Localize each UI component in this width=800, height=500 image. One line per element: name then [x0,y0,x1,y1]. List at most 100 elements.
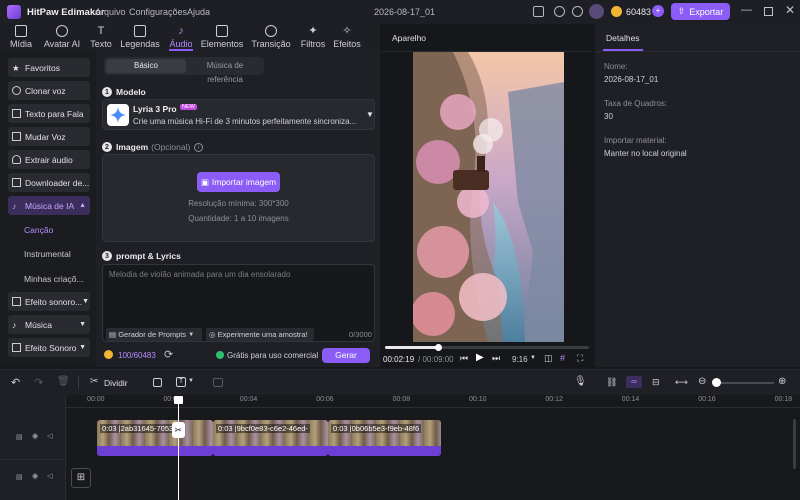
tab-texto[interactable]: T Texto [86,24,116,51]
add-credits-icon[interactable]: + [652,5,664,17]
aspect-ratio[interactable]: 9:16 [512,355,528,364]
tab-elementos[interactable]: Elementos [200,24,244,51]
next-frame-icon[interactable]: ⏭ [492,353,500,364]
dropdown-icon[interactable]: ▼ [366,110,374,119]
feature-tabs: Mídia Avatar AI T Texto Legendas ♪ Áudio E… [0,24,380,51]
mode-tab-basico[interactable]: Básico [106,59,186,73]
undo-icon[interactable]: ↶ [11,376,20,389]
sidebar-item-favoritos[interactable]: ★ Favoritos [8,58,90,77]
image-section-title: 2 Imagem (Opcional) i [102,142,204,152]
tab-legendas[interactable]: Legendas [118,24,162,51]
title-bar: HitPaw Edimakor Arquivo Configurações Aj… [0,0,800,24]
generate-button[interactable]: Gerar [322,348,370,363]
filter-icon: ✦ [308,25,318,37]
sidebar-sub-cancao[interactable]: Canção [24,225,53,235]
sidebar-item-musica[interactable]: ♪ Música ▼ [8,315,90,334]
fit-icon[interactable]: ⟷ [675,377,688,388]
sidebar-item-efeito-sonoro-1[interactable]: Efeito sonoro... ▼ [8,292,90,311]
track-eye-icon[interactable]: ◉ [32,432,38,440]
track2-eye-icon[interactable]: ◉ [32,472,38,480]
sidebar-item-mudar-voz[interactable]: Mudar Voz [8,127,90,146]
name-value: 2026-08-17_01 [604,75,659,84]
playhead-handle[interactable] [173,396,183,404]
tab-audio[interactable]: ♪ Áudio [165,24,197,51]
sidebar-sub-minhas-criacoes[interactable]: Minhas criaçõ... [24,274,84,284]
microphone-icon[interactable]: 🎙 [574,376,587,387]
link-icon[interactable]: ⛓ [606,377,617,388]
download-icon[interactable] [572,6,583,17]
sidebar-item-clonar-voz[interactable]: Clonar voz [8,81,90,100]
help-icon[interactable] [554,6,565,17]
sidebar-item-downloader[interactable]: Downloader de... [8,173,90,192]
menu-ajuda[interactable]: Ajuda [187,7,210,17]
refresh-icon[interactable]: ⟳ [164,348,173,361]
zoom-slider-handle[interactable] [712,378,721,387]
add-media-track-icon[interactable]: ⊞ [71,468,91,488]
preview-progress-handle[interactable] [435,344,443,351]
export-button[interactable]: ⇧ Exportar [671,3,730,20]
mode-switch: Básico Música de referência [104,57,264,84]
tab-filtros[interactable]: ✦ Filtros [297,24,329,51]
split-button[interactable]: Dividir [104,378,128,388]
menu-arquivo[interactable]: Arquivo [95,7,126,17]
ruler-tick-label: 00:10 [469,396,487,403]
magnet-icon[interactable]: ∞ [626,376,642,388]
prompt-generator-button[interactable]: ▤ Gerador de Prompts ▼ [106,328,202,341]
play-icon[interactable]: ▶ [476,352,484,363]
track2-lock-icon[interactable]: ▤ [16,473,23,481]
split-icon[interactable]: ✂ [90,376,98,387]
playhead[interactable]: ✂ [171,396,185,500]
timeline-clip-2[interactable]: 0:03 |9bcf0e83-c6e2-46ed- [213,420,328,456]
prompt-textarea[interactable]: Melodia de violão animada para um dia en… [102,264,375,342]
close-icon[interactable]: ✕ [785,3,795,17]
timeline-clip-1[interactable]: 0:03 |2ab31645-7053- [97,420,213,456]
sidebar-item-extrair-audio[interactable]: Extrair áudio [8,150,90,169]
text-box-icon[interactable]: T [176,377,186,387]
snapshot-icon[interactable]: ◫ [544,353,553,364]
music-icon: ♪ [12,320,17,330]
tab-avatar-ai[interactable]: Avatar AI [40,24,84,51]
tab-efeitos[interactable]: ✧ Efeitos [331,24,363,51]
delete-icon[interactable]: 🗑 [57,376,70,387]
ruler-tick-label: 00:12 [545,396,563,403]
tab-transicao[interactable]: Transição [250,24,292,51]
sidebar-item-efeito-sonoro-2[interactable]: Efeito Sonoro ▼ [8,338,90,357]
sidebar-sub-instrumental[interactable]: Instrumental [24,249,71,259]
chevron-down-icon[interactable]: ▼ [188,378,194,384]
import-image-button[interactable]: ▣ Importar imagem [197,172,280,192]
snap-icon[interactable]: ⊟ [652,377,660,388]
track-lock-icon[interactable]: ▤ [16,433,23,441]
details-tab[interactable]: Detalhes [606,33,640,43]
grid-icon[interactable]: # [560,353,565,363]
model-selector[interactable]: Lyria 3 Pro NEW Crie uma música Hi-Fi de… [102,99,375,130]
avatar[interactable] [589,4,604,19]
shield-icon[interactable] [153,378,162,387]
try-sample-button[interactable]: ◎ Experimente uma amostra! [206,328,314,341]
tab-midia[interactable]: Mídia [5,24,37,51]
timeline-clip-3[interactable]: 0:03 |0b06b5e3-f9eb-48f6 [328,420,441,456]
commercial-check-icon [216,351,224,359]
info-icon[interactable]: i [194,142,204,152]
sidebar-item-musica-ia[interactable]: ♪ Música de IA ▲ [8,196,90,215]
crop-icon[interactable] [213,378,223,387]
video-preview[interactable] [413,52,564,342]
fullscreen-icon[interactable]: ⛶ [577,353,583,364]
maximize-icon[interactable] [764,7,773,16]
redo-icon[interactable]: ↷ [34,376,43,389]
track-audio-icon[interactable]: ◁ [47,432,52,440]
zoom-in-icon[interactable]: ⊕ [778,376,786,387]
preview-progress-track[interactable] [385,344,589,351]
prev-frame-icon[interactable]: ⏮ [460,353,468,364]
mode-tab-referencia[interactable]: Música de referência [188,59,262,84]
layout-icon[interactable] [533,6,544,17]
split-marker-icon[interactable]: ✂ [171,422,185,438]
zoom-out-icon[interactable]: ⊖ [698,376,706,387]
zoom-slider[interactable] [714,382,774,384]
timeline-scrollbar[interactable] [793,419,796,469]
track2-audio-icon[interactable]: ◁ [47,472,52,480]
sidebar-item-texto-para-fala[interactable]: Texto para Fala [8,104,90,123]
chevron-down-icon[interactable]: ▼ [530,355,536,361]
menu-configuracoes[interactable]: Configurações [129,7,187,17]
minimize-icon[interactable]: — [741,4,752,16]
image-drop-zone[interactable]: ▣ Importar imagem Resolução mínima: 300*3… [102,154,375,242]
